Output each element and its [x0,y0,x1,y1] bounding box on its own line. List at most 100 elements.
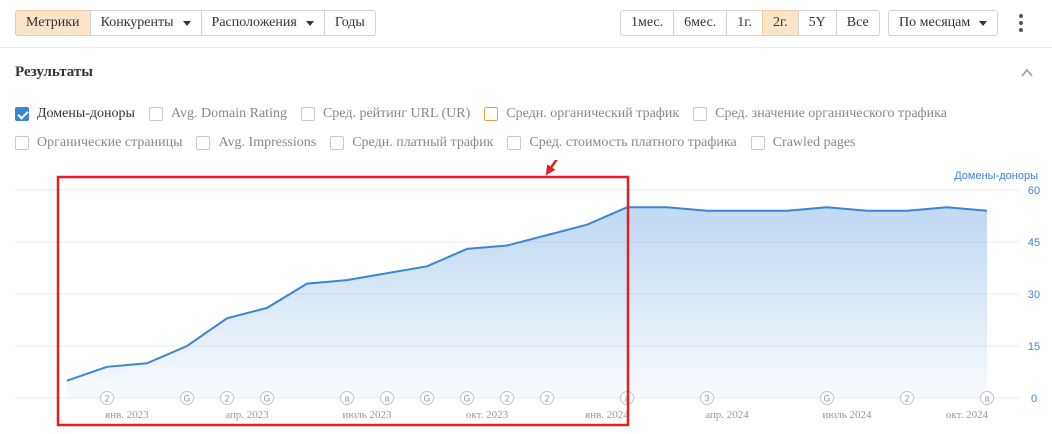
checkbox[interactable] [507,136,522,150]
metric-label: Сред. стоимость платного трафика [529,135,737,150]
y-tick-label: 15 [1028,341,1040,353]
tab-competitors-label: Конкуренты [100,15,174,30]
marker-symbol: a [984,394,989,404]
range-all-button[interactable]: Все [835,10,880,36]
metric-avg-domain-rating[interactable]: Avg. Domain Rating [148,106,287,122]
chevron-up-icon[interactable] [1021,67,1033,79]
event-marker: a [380,391,394,405]
event-marker: 2 [100,391,114,405]
event-marker: 2 [500,391,514,405]
x-tick-label: окт. 2023 [466,409,509,421]
event-marker: a [340,391,354,405]
metric-label: Домены-доноры [37,106,135,121]
tab-years-label: Годы [334,15,365,30]
x-tick-label: июль 2024 [822,409,872,421]
metric-label: Сред. значение органического трафика [715,106,947,121]
series-area [67,207,987,398]
event-marker: 2 [220,391,234,405]
marker-symbol: 3 [704,394,709,404]
metric-avg-paid-traffic[interactable]: Средн. платный трафик [330,135,493,151]
results-title: Результаты [15,64,93,80]
tab-years[interactable]: Годы [323,10,376,36]
metric-toggles-row-1: Домены-доноры Avg. Domain Rating Сред. р… [15,106,961,122]
range-1m-button[interactable]: 1мес. [620,10,675,36]
metric-label: Средн. платный трафик [352,135,494,150]
metric-toggles-row-2: Органические страницы Avg. Impressions С… [15,135,870,151]
y-tick-labels: 0 15 30 45 60 [1028,185,1040,405]
marker-symbol: a [384,394,389,404]
event-marker: a [980,391,994,405]
y-axis-title: Домены-доноры [954,170,1038,182]
checkbox[interactable] [15,107,29,121]
checkbox[interactable] [750,136,765,150]
marker-symbol: G [183,394,190,404]
checkbox[interactable] [148,107,163,121]
y-tick-label: 30 [1028,289,1040,301]
range-6m-button[interactable]: 6мес. [673,10,728,36]
grouping-label: По месяцам [899,15,971,30]
marker-symbol: 2 [104,394,109,404]
event-marker: 2 [900,391,914,405]
metric-crawled-pages[interactable]: Crawled pages [750,135,856,151]
checkbox[interactable] [484,107,499,121]
metric-label: Avg. Domain Rating [170,106,287,121]
marker-symbol: 2 [504,394,509,404]
event-marker: 2 [540,391,554,405]
marker-symbol: G [263,394,270,404]
tab-metrics[interactable]: Метрики [15,10,91,36]
kebab-icon[interactable] [1016,14,1026,32]
metric-referring-domains[interactable]: Домены-доноры [15,106,135,122]
marker-symbol: 2 [904,394,909,404]
tab-locations-label: Расположения [211,15,297,30]
metric-avg-paid-traffic-cost[interactable]: Сред. стоимость платного трафика [507,135,737,151]
event-marker: G [420,391,434,405]
highlight-arrow [545,160,558,176]
tab-metrics-label: Метрики [26,15,80,30]
event-marker: G [180,391,194,405]
metric-label: Средн. органический трафик [506,106,680,121]
referring-domains-chart: Домены-доноры 015304560 2G2GaaGG22a3G2a … [15,160,1040,427]
checkbox[interactable] [330,136,345,150]
metric-avg-impressions[interactable]: Avg. Impressions [196,135,316,151]
metric-label: Crawled pages [772,135,856,150]
range-5y-button[interactable]: 5Y [797,10,837,36]
x-tick-label: янв. 2024 [585,409,629,421]
toolbar: Метрики Конкуренты Расположения Годы 1ме… [0,0,1052,48]
range-2y-button[interactable]: 2г. [761,10,799,36]
marker-symbol: a [344,394,349,404]
chevron-down-icon [305,20,314,26]
tab-locations[interactable]: Расположения [200,10,325,36]
marker-symbol: 2 [224,394,229,404]
x-tick-labels: янв. 2023 апр. 2023 июль 2023 окт. 2023 янв.… [105,409,988,421]
event-marker: G [460,391,474,405]
metric-avg-organic-traffic[interactable]: Средн. органический трафик [484,106,679,122]
x-tick-label: окт. 2024 [946,409,989,421]
checkbox[interactable] [300,107,315,121]
metric-label: Органические страницы [37,135,183,150]
marker-symbol: G [823,394,830,404]
metric-organic-pages[interactable]: Органические страницы [15,135,182,151]
y-tick-label: 0 [1031,393,1037,405]
x-tick-label: апр. 2023 [225,409,269,421]
checkbox[interactable] [693,107,708,121]
metric-avg-organic-traffic-value[interactable]: Сред. значение органического трафика [693,106,947,122]
event-marker: 3 [700,391,714,405]
x-tick-label: апр. 2024 [705,409,749,421]
checkbox[interactable] [196,136,211,150]
checkbox[interactable] [15,136,29,150]
x-tick-label: янв. 2023 [105,409,149,421]
y-tick-label: 45 [1028,237,1040,249]
event-marker: G [260,391,274,405]
y-tick-label: 60 [1028,185,1040,197]
x-tick-label: июль 2023 [342,409,392,421]
tab-competitors[interactable]: Конкуренты [89,10,202,36]
chevron-down-icon [182,20,191,26]
range-1y-button[interactable]: 1г. [726,10,763,36]
range-selector: 1мес. 6мес. 1г. 2г. 5Y Все [620,10,880,36]
event-marker: G [820,391,834,405]
metric-avg-url-rating[interactable]: Сред. рейтинг URL (UR) [300,106,470,122]
metric-label: Avg. Impressions [218,135,317,150]
grouping-dropdown[interactable]: По месяцам [888,10,999,36]
marker-symbol: G [423,394,430,404]
view-tabs: Метрики Конкуренты Расположения Годы [15,10,376,36]
